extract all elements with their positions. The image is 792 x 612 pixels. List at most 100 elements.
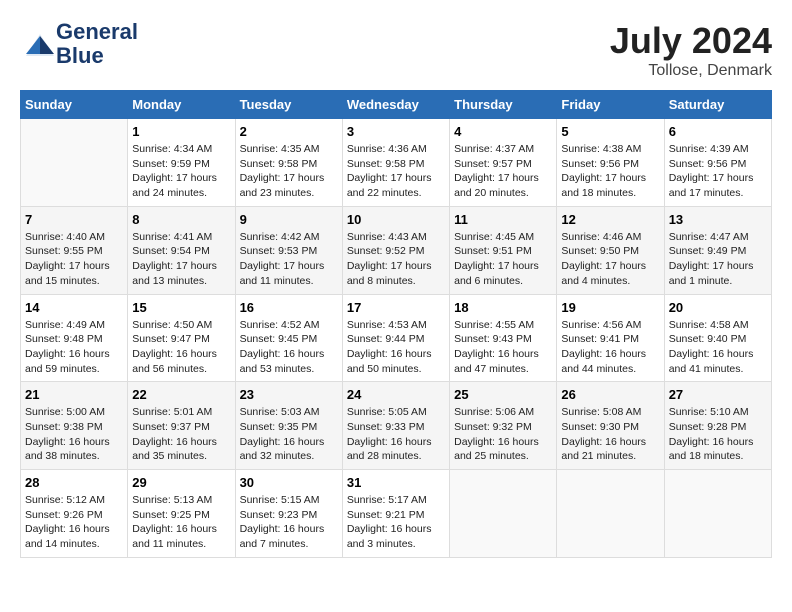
calendar-cell: 14 Sunrise: 4:49 AMSunset: 9:48 PMDaylig… <box>21 294 128 382</box>
weekday-header-monday: Monday <box>128 91 235 119</box>
logo: General Blue <box>20 20 138 68</box>
day-number: 15 <box>132 300 230 315</box>
calendar-week-3: 14 Sunrise: 4:49 AMSunset: 9:48 PMDaylig… <box>21 294 772 382</box>
day-info: Sunrise: 4:40 AMSunset: 9:55 PMDaylight:… <box>25 231 110 287</box>
day-number: 14 <box>25 300 123 315</box>
day-info: Sunrise: 5:06 AMSunset: 9:32 PMDaylight:… <box>454 406 539 462</box>
calendar-cell: 26 Sunrise: 5:08 AMSunset: 9:30 PMDaylig… <box>557 382 664 470</box>
day-info: Sunrise: 4:38 AMSunset: 9:56 PMDaylight:… <box>561 143 646 199</box>
day-number: 9 <box>240 212 338 227</box>
calendar-cell <box>21 119 128 207</box>
day-number: 23 <box>240 387 338 402</box>
calendar-cell: 8 Sunrise: 4:41 AMSunset: 9:54 PMDayligh… <box>128 206 235 294</box>
calendar-cell: 2 Sunrise: 4:35 AMSunset: 9:58 PMDayligh… <box>235 119 342 207</box>
calendar-cell: 21 Sunrise: 5:00 AMSunset: 9:38 PMDaylig… <box>21 382 128 470</box>
calendar-cell: 22 Sunrise: 5:01 AMSunset: 9:37 PMDaylig… <box>128 382 235 470</box>
day-number: 31 <box>347 475 445 490</box>
calendar-cell: 4 Sunrise: 4:37 AMSunset: 9:57 PMDayligh… <box>450 119 557 207</box>
day-number: 10 <box>347 212 445 227</box>
day-info: Sunrise: 4:46 AMSunset: 9:50 PMDaylight:… <box>561 231 646 287</box>
weekday-header-thursday: Thursday <box>450 91 557 119</box>
weekday-header-wednesday: Wednesday <box>342 91 449 119</box>
day-number: 30 <box>240 475 338 490</box>
day-info: Sunrise: 4:37 AMSunset: 9:57 PMDaylight:… <box>454 143 539 199</box>
day-number: 5 <box>561 124 659 139</box>
day-info: Sunrise: 4:56 AMSunset: 9:41 PMDaylight:… <box>561 319 646 375</box>
day-number: 7 <box>25 212 123 227</box>
day-info: Sunrise: 4:47 AMSunset: 9:49 PMDaylight:… <box>669 231 754 287</box>
calendar-cell <box>664 470 771 558</box>
calendar-cell: 27 Sunrise: 5:10 AMSunset: 9:28 PMDaylig… <box>664 382 771 470</box>
day-info: Sunrise: 5:03 AMSunset: 9:35 PMDaylight:… <box>240 406 325 462</box>
day-number: 28 <box>25 475 123 490</box>
day-number: 8 <box>132 212 230 227</box>
calendar-cell <box>450 470 557 558</box>
day-info: Sunrise: 5:10 AMSunset: 9:28 PMDaylight:… <box>669 406 754 462</box>
day-number: 25 <box>454 387 552 402</box>
day-number: 16 <box>240 300 338 315</box>
day-number: 20 <box>669 300 767 315</box>
weekday-header-friday: Friday <box>557 91 664 119</box>
day-number: 12 <box>561 212 659 227</box>
day-info: Sunrise: 4:41 AMSunset: 9:54 PMDaylight:… <box>132 231 217 287</box>
day-number: 24 <box>347 387 445 402</box>
day-info: Sunrise: 5:17 AMSunset: 9:21 PMDaylight:… <box>347 494 432 550</box>
day-number: 3 <box>347 124 445 139</box>
day-info: Sunrise: 5:08 AMSunset: 9:30 PMDaylight:… <box>561 406 646 462</box>
day-number: 1 <box>132 124 230 139</box>
calendar-cell: 28 Sunrise: 5:12 AMSunset: 9:26 PMDaylig… <box>21 470 128 558</box>
day-info: Sunrise: 4:53 AMSunset: 9:44 PMDaylight:… <box>347 319 432 375</box>
day-info: Sunrise: 5:00 AMSunset: 9:38 PMDaylight:… <box>25 406 110 462</box>
day-number: 6 <box>669 124 767 139</box>
day-info: Sunrise: 5:12 AMSunset: 9:26 PMDaylight:… <box>25 494 110 550</box>
day-info: Sunrise: 4:35 AMSunset: 9:58 PMDaylight:… <box>240 143 325 199</box>
day-info: Sunrise: 4:50 AMSunset: 9:47 PMDaylight:… <box>132 319 217 375</box>
calendar-cell: 9 Sunrise: 4:42 AMSunset: 9:53 PMDayligh… <box>235 206 342 294</box>
calendar-cell: 16 Sunrise: 4:52 AMSunset: 9:45 PMDaylig… <box>235 294 342 382</box>
location: Tollose, Denmark <box>610 62 772 80</box>
calendar-cell: 31 Sunrise: 5:17 AMSunset: 9:21 PMDaylig… <box>342 470 449 558</box>
calendar-cell: 10 Sunrise: 4:43 AMSunset: 9:52 PMDaylig… <box>342 206 449 294</box>
logo-text: General Blue <box>56 20 138 68</box>
day-number: 27 <box>669 387 767 402</box>
title-block: July 2024 Tollose, Denmark <box>610 20 772 80</box>
calendar-cell: 1 Sunrise: 4:34 AMSunset: 9:59 PMDayligh… <box>128 119 235 207</box>
day-number: 21 <box>25 387 123 402</box>
day-info: Sunrise: 4:45 AMSunset: 9:51 PMDaylight:… <box>454 231 539 287</box>
day-info: Sunrise: 4:49 AMSunset: 9:48 PMDaylight:… <box>25 319 110 375</box>
day-number: 18 <box>454 300 552 315</box>
calendar-cell: 23 Sunrise: 5:03 AMSunset: 9:35 PMDaylig… <box>235 382 342 470</box>
day-number: 19 <box>561 300 659 315</box>
weekday-header-sunday: Sunday <box>21 91 128 119</box>
calendar-cell: 7 Sunrise: 4:40 AMSunset: 9:55 PMDayligh… <box>21 206 128 294</box>
day-info: Sunrise: 5:05 AMSunset: 9:33 PMDaylight:… <box>347 406 432 462</box>
day-info: Sunrise: 4:43 AMSunset: 9:52 PMDaylight:… <box>347 231 432 287</box>
calendar-cell: 3 Sunrise: 4:36 AMSunset: 9:58 PMDayligh… <box>342 119 449 207</box>
day-number: 26 <box>561 387 659 402</box>
day-info: Sunrise: 4:55 AMSunset: 9:43 PMDaylight:… <box>454 319 539 375</box>
calendar-cell: 15 Sunrise: 4:50 AMSunset: 9:47 PMDaylig… <box>128 294 235 382</box>
calendar-cell: 19 Sunrise: 4:56 AMSunset: 9:41 PMDaylig… <box>557 294 664 382</box>
day-info: Sunrise: 4:34 AMSunset: 9:59 PMDaylight:… <box>132 143 217 199</box>
day-info: Sunrise: 5:01 AMSunset: 9:37 PMDaylight:… <box>132 406 217 462</box>
calendar-cell: 13 Sunrise: 4:47 AMSunset: 9:49 PMDaylig… <box>664 206 771 294</box>
day-number: 29 <box>132 475 230 490</box>
day-number: 2 <box>240 124 338 139</box>
day-number: 22 <box>132 387 230 402</box>
calendar-week-5: 28 Sunrise: 5:12 AMSunset: 9:26 PMDaylig… <box>21 470 772 558</box>
calendar-cell: 24 Sunrise: 5:05 AMSunset: 9:33 PMDaylig… <box>342 382 449 470</box>
calendar-cell: 17 Sunrise: 4:53 AMSunset: 9:44 PMDaylig… <box>342 294 449 382</box>
day-number: 4 <box>454 124 552 139</box>
day-info: Sunrise: 5:15 AMSunset: 9:23 PMDaylight:… <box>240 494 325 550</box>
day-info: Sunrise: 4:58 AMSunset: 9:40 PMDaylight:… <box>669 319 754 375</box>
day-number: 11 <box>454 212 552 227</box>
month-year: July 2024 <box>610 20 772 62</box>
day-info: Sunrise: 4:52 AMSunset: 9:45 PMDaylight:… <box>240 319 325 375</box>
day-info: Sunrise: 5:13 AMSunset: 9:25 PMDaylight:… <box>132 494 217 550</box>
calendar-week-2: 7 Sunrise: 4:40 AMSunset: 9:55 PMDayligh… <box>21 206 772 294</box>
calendar-cell: 29 Sunrise: 5:13 AMSunset: 9:25 PMDaylig… <box>128 470 235 558</box>
calendar-cell: 5 Sunrise: 4:38 AMSunset: 9:56 PMDayligh… <box>557 119 664 207</box>
calendar-cell: 30 Sunrise: 5:15 AMSunset: 9:23 PMDaylig… <box>235 470 342 558</box>
calendar-cell: 25 Sunrise: 5:06 AMSunset: 9:32 PMDaylig… <box>450 382 557 470</box>
calendar-cell: 6 Sunrise: 4:39 AMSunset: 9:56 PMDayligh… <box>664 119 771 207</box>
